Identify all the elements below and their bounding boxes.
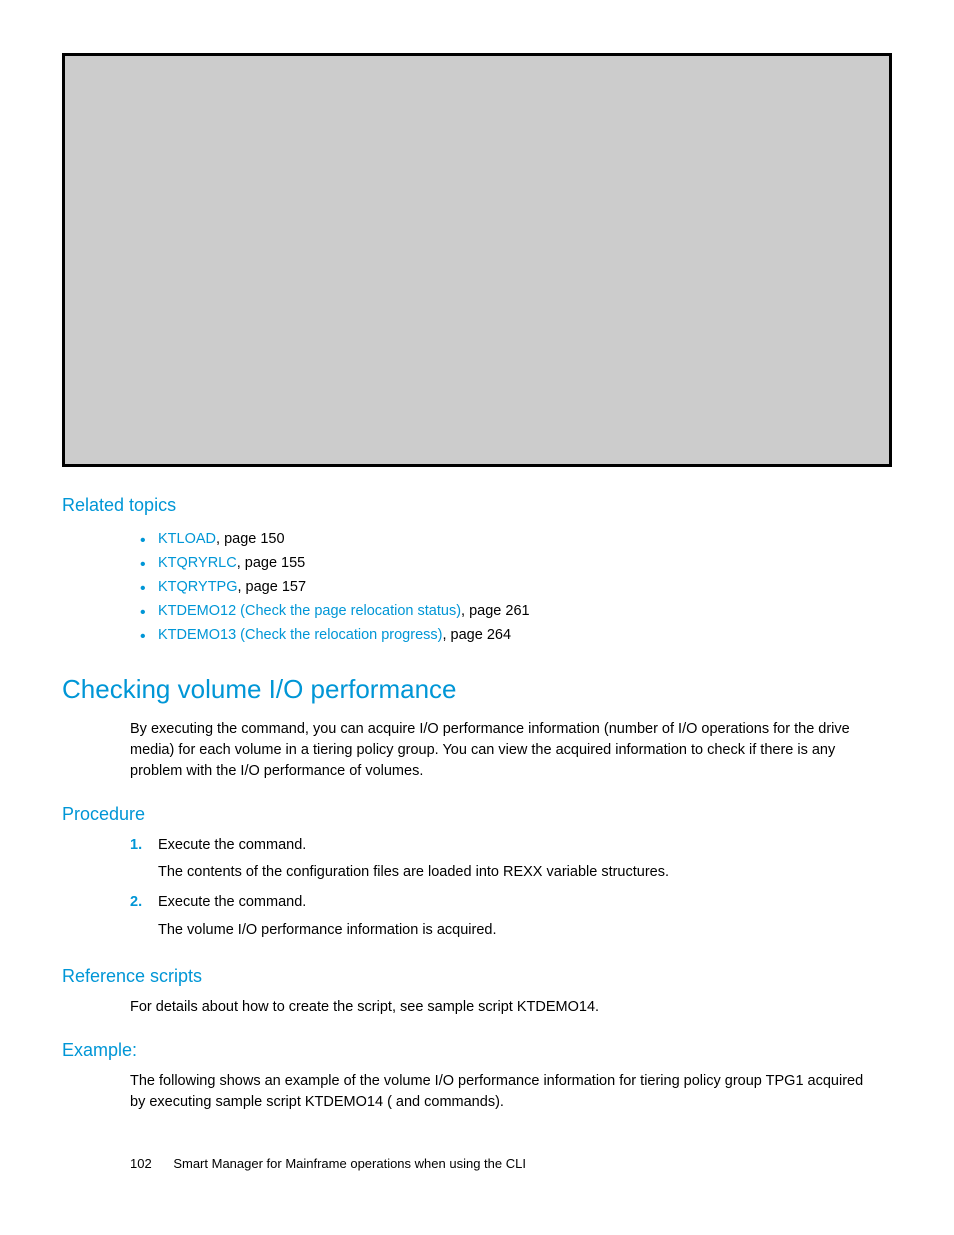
list-item: KTQRYRLC, page 155 [140,552,892,576]
page-ref: , page 157 [238,579,307,595]
section-heading: Checking volume I/O performance [62,674,892,705]
example-body: The following shows an example of the vo… [62,1071,892,1113]
example-heading: Example: [62,1040,892,1061]
link-ktqryrlc[interactable]: KTQRYRLC [158,555,237,571]
section-body: By executing the command, you can acquir… [62,719,892,782]
page-ref: , page 264 [442,627,511,643]
page-footer: 102 Smart Manager for Mainframe operatio… [130,1156,526,1171]
link-ktdemo13[interactable]: KTDEMO13 (Check the relocation progress) [158,627,442,643]
reference-scripts-body: For details about how to create the scri… [62,997,892,1018]
related-topics-list: KTLOAD, page 150 KTQRYRLC, page 155 KTQR… [62,528,892,648]
step-description: The contents of the configuration files … [158,862,892,884]
link-ktdemo12[interactable]: KTDEMO12 (Check the page relocation stat… [158,603,461,619]
page-ref: , page 261 [461,603,530,619]
reference-scripts-heading: Reference scripts [62,966,892,987]
page-ref: , page 155 [237,555,306,571]
page-ref: , page 150 [216,531,285,547]
figure-placeholder [62,53,892,467]
related-topics-heading: Related topics [62,495,892,516]
footer-title: Smart Manager for Mainframe operations w… [173,1156,526,1171]
step-title: Execute the command. [158,837,306,853]
step-description: The volume I/O performance information i… [158,920,892,942]
link-ktload[interactable]: KTLOAD [158,531,216,547]
procedure-heading: Procedure [62,804,892,825]
link-ktqrytpg[interactable]: KTQRYTPG [158,579,238,595]
step-title: Execute the command. [158,894,306,910]
list-item: KTDEMO12 (Check the page relocation stat… [140,600,892,624]
procedure-list: Execute the command. The contents of the… [62,835,892,942]
list-item: KTDEMO13 (Check the relocation progress)… [140,624,892,648]
list-item: KTQRYTPG, page 157 [140,576,892,600]
list-item: KTLOAD, page 150 [140,528,892,552]
page-number: 102 [130,1156,152,1171]
procedure-step: Execute the command. The volume I/O perf… [130,892,892,942]
procedure-step: Execute the command. The contents of the… [130,835,892,885]
